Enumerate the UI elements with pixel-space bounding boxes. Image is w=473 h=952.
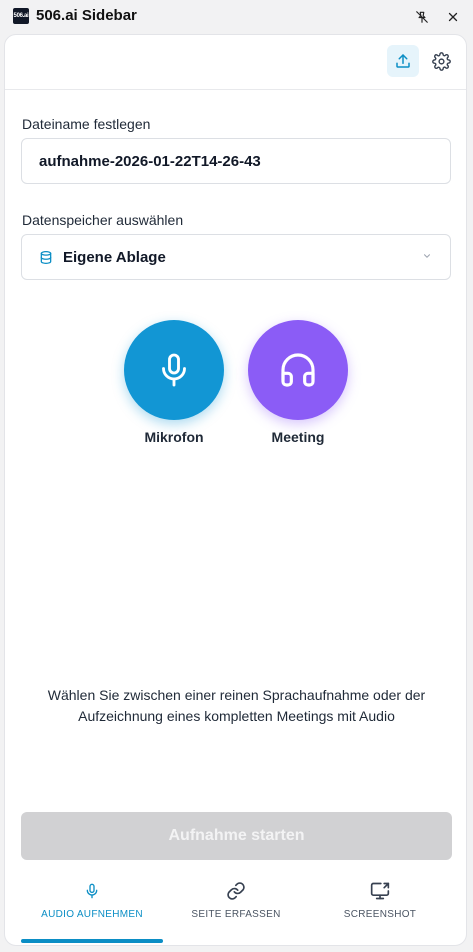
nav-audio-icon-wrap xyxy=(84,881,100,903)
database-icon xyxy=(40,250,52,264)
bottom-nav: AUDIO AUFNEHMEN SEITE ERFASSEN SCREENSHO… xyxy=(5,871,466,945)
microphone-icon xyxy=(162,353,186,387)
title-bar: 506.ai 506.ai Sidebar xyxy=(0,0,473,34)
window-title: 506.ai Sidebar xyxy=(36,7,137,24)
filename-label: Dateiname festlegen xyxy=(22,116,151,132)
settings-button[interactable] xyxy=(427,47,455,75)
tab-audio-record[interactable]: AUDIO AUFNEHMEN xyxy=(15,871,169,945)
tab-screenshot[interactable]: SCREENSHOT xyxy=(303,871,457,945)
mode-meeting-label: Meeting xyxy=(271,429,325,445)
pin-off-icon xyxy=(416,11,428,23)
panel-header xyxy=(5,35,466,90)
tab-audio-record-label: AUDIO AUFNEHMEN xyxy=(41,909,143,920)
filename-field[interactable] xyxy=(21,138,451,184)
app-logo: 506.ai xyxy=(13,8,29,24)
close-button[interactable] xyxy=(443,7,463,27)
chevron-down-icon xyxy=(423,254,431,258)
storage-select[interactable]: Eigene Ablage xyxy=(21,234,451,280)
storage-label: Datenspeicher auswählen xyxy=(22,212,184,228)
microphone-icon xyxy=(86,883,98,899)
tab-screenshot-label: SCREENSHOT xyxy=(343,909,417,920)
microphone-circle[interactable] xyxy=(124,320,224,420)
screen-share-icon xyxy=(370,882,390,900)
storage-select-value: Eigene Ablage xyxy=(63,248,166,266)
upload-button[interactable] xyxy=(387,45,419,77)
nav-link-icon-wrap xyxy=(226,881,246,903)
mode-microphone-label: Mikrofon xyxy=(144,429,204,445)
active-tab-indicator xyxy=(21,939,163,943)
tab-capture-page[interactable]: SEITE ERFASSEN xyxy=(159,871,313,945)
headphones-icon xyxy=(281,353,315,387)
unpin-button[interactable] xyxy=(412,7,432,27)
start-recording-button[interactable]: Aufnahme starten xyxy=(21,812,452,860)
link-icon xyxy=(227,882,245,900)
mode-description: Wählen Sie zwischen einer reinen Spracha… xyxy=(47,687,426,724)
meeting-circle[interactable] xyxy=(248,320,348,420)
mode-meeting-button[interactable]: Meeting xyxy=(248,320,348,445)
sidebar-panel: Dateiname festlegen Datenspeicher auswäh… xyxy=(4,34,467,946)
mode-microphone-button[interactable]: Mikrofon xyxy=(124,320,224,445)
tab-capture-page-label: SEITE ERFASSEN xyxy=(191,909,281,920)
nav-screen-icon-wrap xyxy=(370,881,390,903)
close-icon xyxy=(448,12,458,22)
filename-input[interactable] xyxy=(22,151,450,171)
upload-icon xyxy=(396,54,410,68)
gear-icon xyxy=(431,51,451,71)
